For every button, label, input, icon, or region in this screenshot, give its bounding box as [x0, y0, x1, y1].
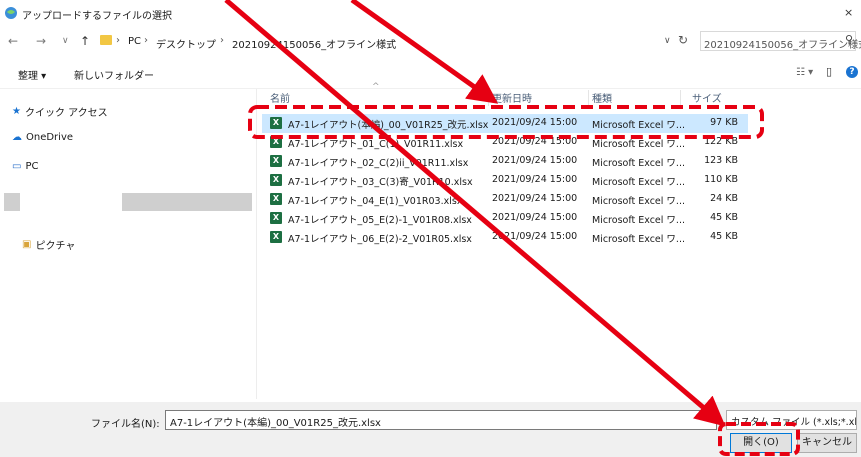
pane-divider[interactable] [256, 89, 257, 399]
excel-file-icon: X [270, 193, 282, 205]
file-type: Microsoft Excel ワ... [592, 215, 685, 226]
file-type: Microsoft Excel ワ... [592, 177, 685, 188]
excel-file-icon: X [270, 231, 282, 243]
search-icon: ⚲ [845, 33, 854, 46]
forward-button[interactable]: → [36, 34, 46, 48]
file-row[interactable]: X A7-1レイアウト_05_E(2)-1_V01R08.xlsx 2021/0… [262, 209, 748, 228]
new-folder-button[interactable]: 新しいフォルダー [74, 67, 154, 82]
nav-pc[interactable]: ▭ PC [12, 161, 38, 172]
view-options-icon[interactable]: ☷ ▾ [796, 67, 813, 78]
open-button[interactable]: 開く(O) [730, 433, 792, 453]
file-size: 110 KB [704, 174, 738, 185]
breadcrumb-separator: › [144, 35, 148, 46]
column-header-type[interactable]: 種類 [592, 90, 612, 105]
file-size: 122 KB [704, 136, 738, 147]
nav-quick-access[interactable]: ★ クイック アクセス [12, 104, 108, 119]
file-date: 2021/09/24 15:00 [492, 117, 578, 128]
redacted-block [122, 193, 252, 211]
file-size: 123 KB [704, 155, 738, 166]
nav-pictures[interactable]: ▣ ピクチャ [22, 237, 75, 252]
file-name: A7-1レイアウト_02_C(2)ii_V01R11.xlsx [288, 158, 469, 169]
pictures-icon: ▣ [22, 239, 32, 250]
redacted-block [4, 193, 20, 211]
column-separator[interactable] [680, 90, 681, 106]
column-header-size[interactable]: サイズ [692, 90, 722, 105]
file-row[interactable]: X A7-1レイアウト(本編)_00_V01R25_改元.xlsx 2021/0… [262, 114, 748, 133]
file-name: A7-1レイアウト_05_E(2)-1_V01R08.xlsx [288, 215, 472, 226]
app-globe-icon [5, 7, 17, 19]
file-row[interactable]: X A7-1レイアウト_01_C(1)_V01R11.xlsx 2021/09/… [262, 133, 748, 152]
excel-file-icon: X [270, 212, 282, 224]
up-button[interactable]: ↑ [80, 34, 90, 48]
file-row[interactable]: X A7-1レイアウト_03_C(3)寄_V01R10.xlsx 2021/09… [262, 171, 748, 190]
cancel-button[interactable]: キャンセル [797, 433, 857, 453]
file-size: 24 KB [710, 193, 738, 204]
window-title: アップロードするファイルの選択 [22, 11, 172, 22]
excel-file-icon: X [270, 155, 282, 167]
file-name: A7-1レイアウト_01_C(1)_V01R11.xlsx [288, 139, 464, 150]
file-type-filter-select[interactable]: カスタム ファイル (*.xls;*.xlsx;) ∨ [726, 410, 857, 430]
back-button[interactable]: ← [8, 34, 18, 48]
breadcrumb-separator: › [116, 35, 120, 46]
file-date: 2021/09/24 15:00 [492, 136, 578, 147]
search-text: 20210924150056_オフライン様式... [704, 40, 861, 51]
cloud-icon: ☁ [12, 132, 22, 143]
file-name: A7-1レイアウト(本編)_00_V01R25_改元.xlsx [288, 120, 489, 131]
column-header-date[interactable]: 更新日時 [492, 90, 532, 105]
nav-onedrive[interactable]: ☁ OneDrive [12, 132, 73, 143]
file-name: A7-1レイアウト_06_E(2)-2_V01R05.xlsx [288, 234, 472, 245]
file-type: Microsoft Excel ワ... [592, 139, 685, 150]
column-separator[interactable] [488, 90, 489, 106]
folder-icon [100, 35, 112, 45]
file-date: 2021/09/24 15:00 [492, 212, 578, 223]
organize-button[interactable]: 整理 ▾ [18, 67, 46, 82]
nav-item-label: ピクチャ [35, 241, 76, 252]
file-date: 2021/09/24 15:00 [492, 174, 578, 185]
breadcrumb-pc[interactable]: PC [128, 36, 141, 47]
file-date: 2021/09/24 15:00 [492, 155, 578, 166]
file-type: Microsoft Excel ワ... [592, 120, 685, 131]
file-type: Microsoft Excel ワ... [592, 234, 685, 245]
file-row[interactable]: X A7-1レイアウト_06_E(2)-2_V01R05.xlsx 2021/0… [262, 228, 748, 247]
breadcrumb-folder[interactable]: 20210924150056_オフライン様式 [232, 36, 396, 51]
file-size: 45 KB [710, 231, 738, 242]
filename-dropdown-icon[interactable]: ∨ [707, 412, 714, 423]
close-icon[interactable]: × [844, 6, 853, 19]
file-date: 2021/09/24 15:00 [492, 231, 578, 242]
file-row[interactable]: X A7-1レイアウト_02_C(2)ii_V01R11.xlsx 2021/0… [262, 152, 748, 171]
file-row[interactable]: X A7-1レイアウト_04_E(1)_V01R03.xlsx 2021/09/… [262, 190, 748, 209]
refresh-icon[interactable]: ↻ [678, 33, 688, 47]
filename-label: ファイル名(N): [91, 419, 160, 430]
file-size: 97 KB [710, 117, 738, 128]
preview-pane-icon[interactable]: ▯ [826, 65, 832, 78]
file-type: Microsoft Excel ワ... [592, 158, 685, 169]
excel-file-icon: X [270, 174, 282, 186]
nav-item-label: PC [25, 161, 39, 172]
address-dropdown-icon[interactable]: ∨ [664, 36, 671, 46]
nav-item-label: OneDrive [26, 132, 74, 143]
excel-file-icon: X [270, 136, 282, 148]
breadcrumb-separator: › [220, 35, 224, 46]
recent-locations-button[interactable]: ∨ [62, 36, 69, 46]
file-type: Microsoft Excel ワ... [592, 196, 685, 207]
nav-item-label: クイック アクセス [24, 108, 108, 119]
file-size: 45 KB [710, 212, 738, 223]
star-icon: ★ [12, 106, 21, 117]
breadcrumb-desktop[interactable]: デスクトップ [156, 36, 216, 51]
column-header-name[interactable]: 名前 [270, 90, 290, 105]
computer-icon: ▭ [12, 161, 22, 172]
file-name: A7-1レイアウト_03_C(3)寄_V01R10.xlsx [288, 177, 473, 188]
file-name: A7-1レイアウト_04_E(1)_V01R03.xlsx [288, 196, 463, 207]
filename-input[interactable]: A7-1レイアウト(本編)_00_V01R25_改元.xlsx [165, 410, 717, 430]
sort-caret-icon: ^ [372, 82, 380, 92]
file-date: 2021/09/24 15:00 [492, 193, 578, 204]
excel-file-icon: X [270, 117, 282, 129]
help-icon[interactable]: ? [846, 66, 858, 78]
column-separator[interactable] [588, 90, 589, 106]
